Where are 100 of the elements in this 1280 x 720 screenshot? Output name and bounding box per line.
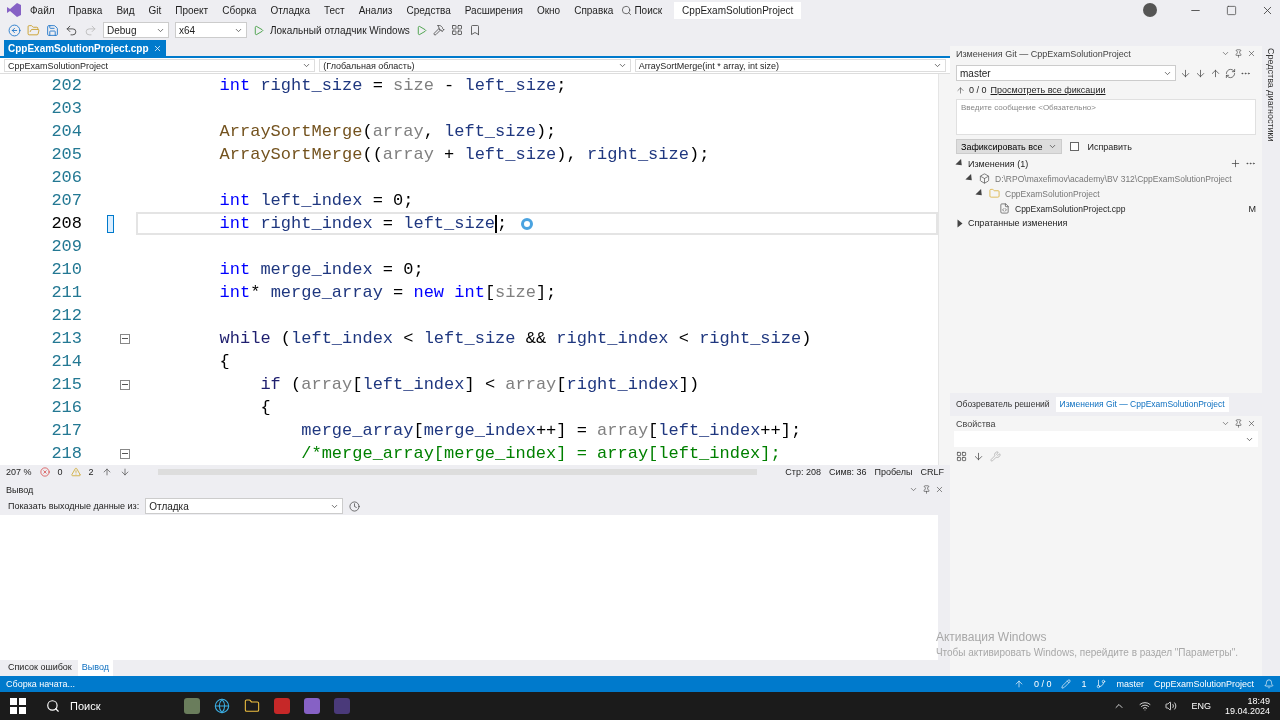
dropdown-icon[interactable] [1221,49,1230,58]
panel-tab[interactable]: Обозреватель решений [952,397,1054,412]
windows-logo-icon[interactable] [10,698,26,714]
menu-item[interactable]: Вид [110,2,141,18]
menu-item[interactable]: Средства [400,2,457,18]
bookmark-icon[interactable] [468,24,481,36]
avatar[interactable] [1143,3,1157,17]
error-icon [39,466,50,477]
menu-item[interactable]: Проект [169,2,215,18]
sync-icon[interactable] [1225,67,1236,79]
menu-item[interactable]: Git [142,2,168,18]
line-number: 217 [50,421,82,440]
pin-icon[interactable] [922,485,931,494]
dropdown-icon[interactable] [1221,419,1230,428]
push-icon[interactable] [1210,67,1221,79]
commit-message-field[interactable]: Введите сообщение <Обязательно> [956,99,1256,135]
dropdown-icon[interactable] [909,485,918,494]
collapse-icon[interactable] [120,333,130,344]
member-dropdown[interactable]: ArraySortMerge(int * array, int size) [634,59,946,72]
clock-icon[interactable] [349,500,361,512]
close-icon[interactable] [1247,49,1256,58]
tree-item[interactable]: CppExamSolutionProject.cpp [1015,203,1126,214]
bell-icon[interactable] [1264,679,1274,689]
commit-all-button[interactable]: Зафиксировать все [956,139,1063,154]
menu-item[interactable]: Отладка [264,2,316,18]
vertical-scrollbar[interactable] [938,74,950,465]
menu-item[interactable]: Анализ [352,2,399,18]
document-tab[interactable]: CppExamSolutionProject.cpp [4,40,166,56]
source-dropdown[interactable]: Отладка [145,498,344,514]
maximize-icon[interactable] [1226,4,1237,16]
open-folder-icon[interactable] [27,23,40,37]
section-header[interactable]: Изменения (1) [968,158,1029,169]
hammer-icon[interactable] [432,24,445,36]
save-icon[interactable] [46,23,59,37]
volume-icon[interactable] [1165,700,1178,712]
solution-name[interactable]: CppExamSolutionProject [1153,679,1254,689]
zoom-dropdown[interactable]: 207 % [6,466,32,477]
menu-item[interactable]: Правка [62,2,109,18]
panel-tab[interactable]: Список ошибок [4,660,76,676]
tree-item[interactable]: CppExamSolutionProject [1005,188,1100,199]
arrow-up-icon[interactable] [101,466,112,477]
categorized-icon[interactable] [956,450,967,462]
taskbar-search[interactable]: Поиск [40,695,170,717]
project-dropdown[interactable]: CppExamSolutionProject [4,59,316,72]
changes-count[interactable]: 1 [1081,679,1087,689]
collapse-icon[interactable] [120,379,130,390]
tree-toggle-icon[interactable] [957,219,963,227]
pin-icon[interactable] [1234,49,1243,58]
code-line: ArraySortMerge(array, left_size); [218,122,557,141]
configuration-dropdown[interactable]: Debug [103,22,169,38]
sync-count[interactable]: 0 / 0 [1033,679,1052,689]
pin-icon[interactable] [1234,419,1243,428]
fetch-icon[interactable] [1180,67,1191,79]
browser-icon[interactable] [214,698,230,714]
clock-date[interactable]: 19.04.2024 [1224,706,1270,716]
arrow-down-icon[interactable] [119,466,130,477]
section-header[interactable]: Спратанные изменения [968,218,1068,228]
side-tab[interactable]: Средства диагностики [1266,48,1276,676]
warning-count[interactable]: 2 [88,466,94,477]
panel-tab[interactable]: Вывод [77,660,113,676]
panel-tab[interactable]: Изменения Git — CppExamSolutionProject [1055,397,1229,412]
scope-dropdown[interactable]: (Глобальная область) [319,59,631,72]
solution-name: CppExamSolutionProject [674,1,802,19]
platform-dropdown[interactable]: x64 [175,22,247,38]
menu-item[interactable]: Тест [317,2,351,18]
search-menu[interactable]: Поиск [634,4,663,16]
error-count[interactable]: 0 [57,466,63,477]
app-logo-icon[interactable] [6,2,22,18]
play-icon[interactable] [253,24,264,36]
menu-item[interactable]: Справка [568,2,620,18]
debugger-button[interactable]: Локальный отладчик Windows [270,24,410,36]
menu-item[interactable]: Расширения [458,2,529,18]
checkbox[interactable] [1070,142,1080,151]
checkbox-label[interactable]: Исправить [1087,141,1132,152]
menu-item[interactable]: Сборка [216,2,263,18]
play-outline-icon[interactable] [415,24,427,36]
network-icon[interactable] [1139,700,1152,712]
sort-icon[interactable] [973,450,984,462]
back-icon[interactable] [8,23,21,37]
close-icon[interactable] [1247,419,1256,428]
close-icon[interactable] [152,43,162,53]
menu-item[interactable]: Окно [530,2,567,18]
grid-icon[interactable] [450,24,463,36]
collapse-icon[interactable] [120,448,130,459]
folder-icon[interactable] [244,698,260,714]
history-link[interactable]: Просмотреть все фиксации [990,85,1106,95]
menu-item[interactable]: Файл [24,2,61,18]
undo-icon[interactable] [65,23,78,37]
line-number: 215 [50,375,82,394]
clock-time[interactable]: 18:49 [1247,696,1270,706]
search-icon[interactable] [621,4,633,16]
language-indicator[interactable]: ENG [1191,701,1211,711]
plus-icon[interactable] [1230,158,1241,169]
pull-icon[interactable] [1195,67,1206,79]
tree-item[interactable]: D:\RPO\maxefimov\academy\BV 312\CppExamSolutionProject [995,173,1232,184]
column-indicator: Симв: 36 [829,466,867,477]
branch-dropdown[interactable]: master [956,65,1176,81]
close-icon[interactable] [935,485,944,494]
line-number: 205 [50,145,82,164]
branch-name[interactable]: master [1116,679,1144,689]
